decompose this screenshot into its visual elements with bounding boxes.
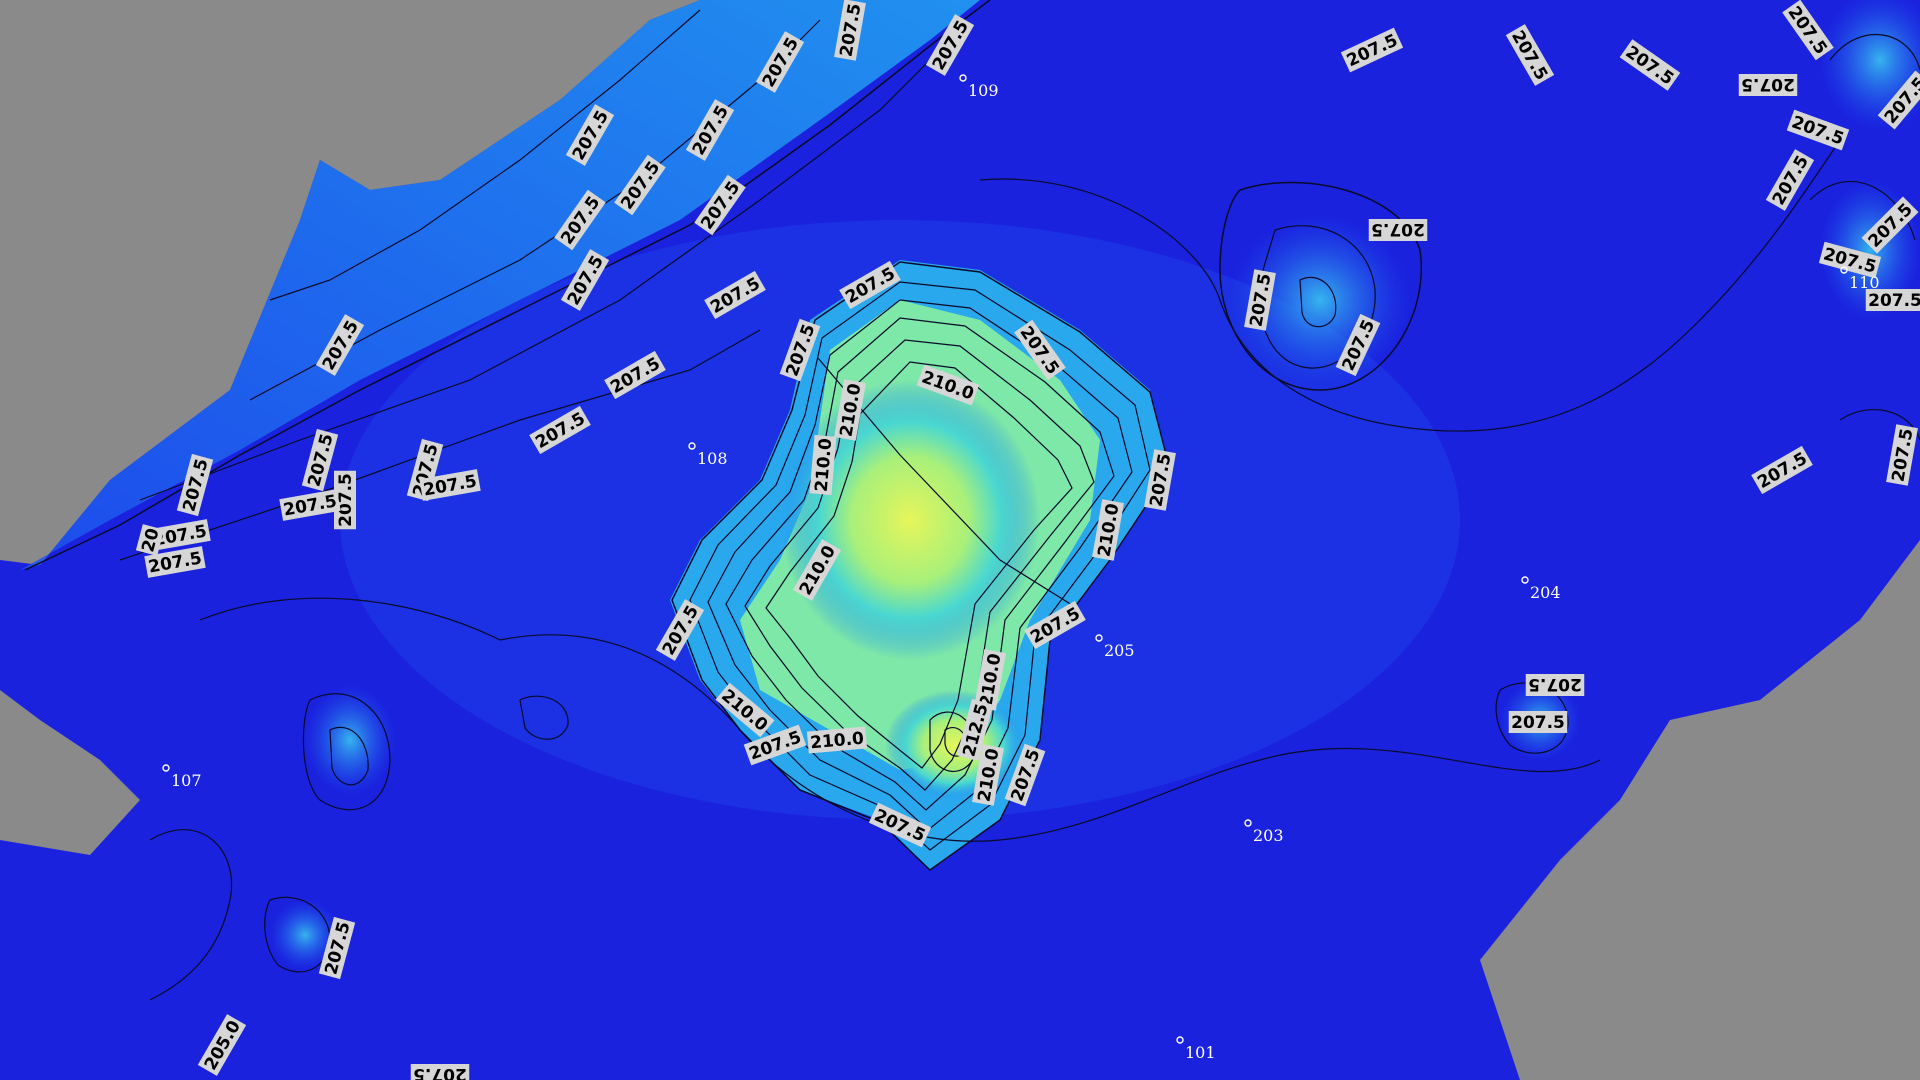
contour-label: 207.5 <box>1738 74 1798 96</box>
contour-label: 207.5 <box>1368 219 1428 241</box>
map-canvas: 207.5207.5 207.5207.5207.5207.5207.5 207.5… <box>0 0 1920 1080</box>
svg-text:207.5: 207.5 <box>1511 713 1565 733</box>
station-label: 107 <box>171 771 202 790</box>
svg-text:207.5: 207.5 <box>336 473 356 527</box>
svg-text:207.5: 207.5 <box>1868 291 1920 311</box>
station-label: 101 <box>1185 1043 1216 1062</box>
station-label: 204 <box>1530 583 1561 602</box>
svg-text:207.5: 207.5 <box>1371 219 1425 239</box>
svg-text:207.5: 207.5 <box>1741 74 1795 94</box>
svg-text:207.5: 207.5 <box>1528 674 1582 694</box>
contour-label: 207.5 <box>1508 711 1568 733</box>
contour-map[interactable]: 207.5 207.5 207.5 207.5 207.5 207.5 207.5 207.5… <box>0 0 1920 1080</box>
station-label: 110 <box>1849 273 1880 292</box>
svg-text:207.5: 207.5 <box>413 1064 467 1080</box>
contour-label: 207.5 <box>1525 674 1585 696</box>
station-label: 108 <box>697 449 728 468</box>
contour-label: 207.5 <box>410 1064 470 1080</box>
station-label: 109 <box>968 81 999 100</box>
contour-label: 207.5 <box>1865 289 1920 311</box>
plateau-peak <box>780 380 1040 660</box>
station-label: 205 <box>1104 641 1135 660</box>
station-label: 203 <box>1253 826 1284 845</box>
bump-west <box>305 685 395 795</box>
